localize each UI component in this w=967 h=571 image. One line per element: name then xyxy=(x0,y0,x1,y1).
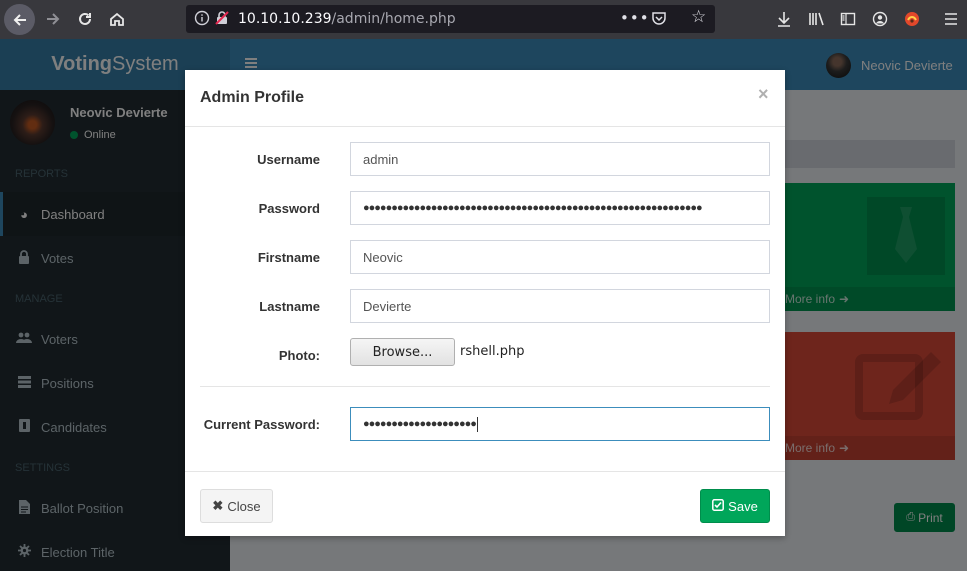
browse-button[interactable]: Browse... xyxy=(350,338,455,366)
modal-close-icon[interactable]: × xyxy=(758,84,769,105)
check-square-icon xyxy=(712,498,725,514)
lastname-label: Lastname xyxy=(259,299,320,314)
firstname-value: Neovic xyxy=(363,249,403,265)
close-icon: ✖ xyxy=(212,498,224,513)
page-actions-button[interactable]: ••• xyxy=(620,9,650,27)
pocket-icon[interactable] xyxy=(651,10,667,26)
bookmark-star-icon[interactable]: ☆ xyxy=(691,7,706,27)
password-value: ●●●●●●●●●●●●●●●●●●●●●●●●●●●●●●●●●●●●●●●●… xyxy=(363,202,702,214)
save-button[interactable]: Save xyxy=(700,489,770,523)
modal-header: Admin Profile × xyxy=(185,70,785,127)
text-caret xyxy=(476,416,478,432)
home-button[interactable] xyxy=(103,5,131,33)
admin-profile-modal: Admin Profile × Username admin Password … xyxy=(185,70,785,536)
url-text: 10.10.10.239/admin/home.php xyxy=(238,11,456,27)
browser-toolbar: 10.10.10.239/admin/home.php ••• ☆ xyxy=(0,0,967,39)
current-password-field[interactable]: ●●●●●●●●●●●●●●●●●●●● xyxy=(350,407,770,441)
lastname-field[interactable]: Devierte xyxy=(350,289,770,323)
reload-icon xyxy=(79,12,91,25)
close-button-label: Close xyxy=(227,498,261,514)
photo-label: Photo: xyxy=(278,348,320,363)
form-divider xyxy=(200,386,770,387)
url-path: /admin/home.php xyxy=(331,11,456,27)
sidebar-toggle-icon[interactable] xyxy=(838,9,858,29)
username-label: Username xyxy=(257,152,320,167)
home-icon xyxy=(110,12,124,26)
insecure-lock-icon[interactable] xyxy=(214,10,230,26)
firstname-label: Firstname xyxy=(257,250,320,265)
username-value: admin xyxy=(363,151,399,167)
url-bar[interactable]: 10.10.10.239/admin/home.php ••• ☆ xyxy=(186,5,715,33)
password-field[interactable]: ●●●●●●●●●●●●●●●●●●●●●●●●●●●●●●●●●●●●●●●●… xyxy=(350,191,770,225)
extension-icon[interactable] xyxy=(902,9,922,29)
arrow-right-icon xyxy=(47,13,60,25)
back-button[interactable] xyxy=(4,4,35,35)
password-label: Password xyxy=(258,201,320,216)
username-field[interactable]: admin xyxy=(350,142,770,176)
modal-title: Admin Profile xyxy=(200,89,305,106)
current-password-label: Current Password: xyxy=(203,417,320,432)
selected-file-name: rshell.php xyxy=(460,344,525,359)
close-button[interactable]: ✖ Close xyxy=(200,489,273,523)
download-icon[interactable] xyxy=(774,9,794,29)
url-host: 10.10.10.239 xyxy=(238,11,332,27)
arrow-left-icon xyxy=(13,13,26,26)
account-icon[interactable] xyxy=(870,9,890,29)
menu-icon[interactable] xyxy=(941,9,961,29)
reload-button[interactable] xyxy=(71,5,99,33)
current-password-value: ●●●●●●●●●●●●●●●●●●●● xyxy=(363,418,476,430)
lastname-value: Devierte xyxy=(363,298,412,314)
save-button-label: Save xyxy=(728,498,758,514)
modal-footer: ✖ Close Save xyxy=(185,471,785,536)
library-icon[interactable] xyxy=(807,9,827,29)
forward-button[interactable] xyxy=(39,5,67,33)
info-icon[interactable] xyxy=(194,10,210,26)
firstname-field[interactable]: Neovic xyxy=(350,240,770,274)
